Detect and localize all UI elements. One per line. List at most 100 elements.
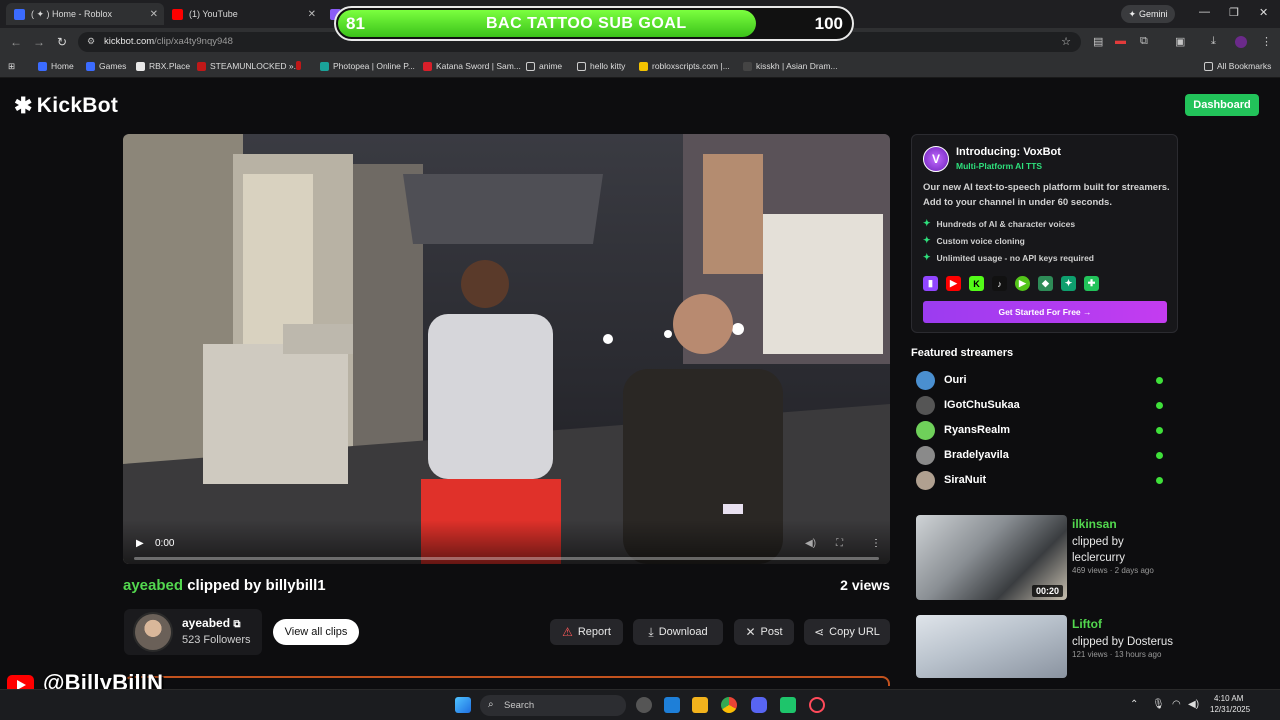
volume-icon[interactable]: ◀) — [805, 538, 816, 549]
downloads-icon[interactable]: ⤓ — [1211, 35, 1216, 48]
taskview-icon[interactable] — [636, 697, 652, 713]
avatar — [916, 396, 935, 415]
channel-name[interactable]: ayeabed ⧉ — [182, 616, 241, 630]
opera-icon[interactable] — [809, 697, 825, 713]
bookmark-photopea[interactable]: Photopea | Online P... — [320, 61, 415, 71]
back-icon[interactable]: ← — [10, 35, 22, 49]
featured-streamer[interactable]: SiraNuit — [916, 470, 1166, 490]
live-dot-icon — [1156, 402, 1163, 409]
bookmark-rbxplace[interactable]: RBX.Place — [136, 61, 190, 71]
windows-taskbar: ⌕ Search ⌃ 🎙 ◠ ◀) 4:10 AM 12/31/2025 — [0, 689, 1280, 720]
clip-thumbnail[interactable] — [916, 615, 1067, 678]
apps-grid-icon[interactable]: ⊞ — [8, 61, 15, 72]
post-button[interactable]: ✕ Post — [734, 619, 794, 645]
bookmark-red[interactable] — [296, 61, 305, 70]
windows-start-icon[interactable] — [455, 697, 471, 713]
extensions-puzzle-icon[interactable]: ⧉ — [1140, 35, 1148, 48]
bookmark-hello-kitty[interactable]: hello kitty — [577, 61, 625, 71]
tab-youtube[interactable]: (1) YouTube ✕ — [164, 3, 322, 25]
clip-channel-link[interactable]: ayeabed — [123, 577, 183, 594]
bookmark-kisskh[interactable]: kisskh | Asian Dram... — [743, 61, 838, 71]
featured-streamer[interactable]: IGotChuSukaa — [916, 395, 1166, 415]
speaker-icon[interactable]: ◀) — [1188, 699, 1199, 710]
gemini-button[interactable]: ✦ Gemini — [1121, 5, 1175, 23]
sidepanel-icon[interactable]: ▣ — [1175, 35, 1185, 48]
promo-feature: ✦ Custom voice cloning — [923, 235, 1025, 246]
minimize-icon[interactable]: — — [1199, 6, 1210, 18]
play-icon[interactable]: ▶ — [136, 538, 144, 549]
clip-channel[interactable]: Liftof — [1072, 617, 1102, 631]
close-window-icon[interactable]: ✕ — [1259, 6, 1268, 19]
embed-preview-strip — [124, 676, 890, 686]
related-clip[interactable]: Liftof clipped by Dosterus 121 views · 1… — [916, 615, 1176, 700]
chrome-icon[interactable] — [721, 697, 737, 713]
profile-avatar-icon[interactable] — [1235, 36, 1247, 48]
pill-icon: ◆ — [1038, 276, 1053, 291]
related-clip[interactable]: 00:20 ilkinsan clipped by leclercurry 46… — [916, 515, 1176, 600]
video-frame — [123, 134, 890, 564]
maximize-icon[interactable]: ❐ — [1229, 6, 1239, 19]
close-tab-icon[interactable]: ✕ — [150, 9, 158, 20]
extension-icon[interactable]: ▤ — [1093, 35, 1103, 48]
bookmarks-bar: ⊞ Home Games RBX.Place STEAMUNLOCKED »..… — [0, 56, 1280, 78]
discord-icon[interactable] — [751, 697, 767, 713]
tray-chevron-icon[interactable]: ⌃ — [1130, 699, 1138, 710]
video-more-icon[interactable]: ⋮ — [871, 538, 881, 549]
bookmark-steamunlocked[interactable]: STEAMUNLOCKED »... — [197, 61, 301, 71]
bookmark-games[interactable]: Games — [86, 61, 126, 71]
clip-video-player[interactable]: ▶ 0:00 ◀) ⛶ ⋮ — [123, 134, 890, 564]
bookmark-star-icon[interactable]: ☆ — [1061, 35, 1071, 48]
video-progress[interactable] — [134, 557, 879, 560]
copy-url-button[interactable]: ⋖ Copy URL — [804, 619, 890, 645]
tab-roblox[interactable]: ( ✦ ) Home - Roblox ✕ — [6, 3, 164, 25]
clip-channel[interactable]: ilkinsan — [1072, 517, 1117, 531]
app-icon[interactable] — [780, 697, 796, 713]
promo-feature: ✦ Hundreds of AI & character voices — [923, 218, 1076, 229]
dashboard-button[interactable]: Dashboard — [1185, 94, 1259, 116]
close-tab-icon[interactable]: ✕ — [308, 9, 316, 20]
roblox-favicon-icon — [14, 8, 25, 20]
file-explorer-icon[interactable] — [692, 697, 708, 713]
clip-thumbnail[interactable]: 00:20 — [916, 515, 1067, 600]
bookmark-anime[interactable]: anime — [526, 61, 562, 71]
all-bookmarks[interactable]: All Bookmarks — [1204, 61, 1271, 71]
taskbar-search[interactable]: ⌕ Search — [480, 695, 626, 716]
promo-title: Introducing: VoxBot — [956, 146, 1061, 158]
twitch-icon: ▮ — [923, 276, 938, 291]
bookmark-robloxscripts[interactable]: robloxscripts.com |... — [639, 61, 730, 71]
voxbot-logo-icon: V — [923, 146, 949, 172]
wifi-icon[interactable]: ◠ — [1172, 699, 1181, 710]
promo-feature: ✦ Unlimited usage - no API keys required — [923, 252, 1094, 263]
widgets-icon[interactable] — [664, 697, 680, 713]
voxbot-promo-card: V Introducing: VoxBot Multi-Platform AI … — [911, 134, 1178, 333]
clock-time[interactable]: 4:10 AM — [1214, 694, 1243, 703]
bookmark-home[interactable]: Home — [38, 61, 74, 71]
kickbot-logo[interactable]: ✱ KickBot — [14, 93, 118, 119]
sparkle-icon: ✦ — [923, 252, 931, 262]
youtube-icon: ▶ — [946, 276, 961, 291]
featured-streamers-heading: Featured streamers — [911, 347, 1014, 359]
site-info-icon[interactable]: ⚙ — [87, 36, 95, 47]
report-button[interactable]: ⚠ Report — [550, 619, 623, 645]
forward-icon[interactable]: → — [33, 35, 45, 49]
view-all-clips-button[interactable]: View all clips — [273, 619, 359, 645]
fullscreen-icon[interactable]: ⛶ — [836, 538, 843, 549]
video-time: 0:00 — [155, 538, 175, 549]
featured-streamer[interactable]: Ouri — [916, 370, 1166, 390]
reload-icon[interactable]: ↻ — [57, 35, 67, 49]
sparkle-icon: ✦ — [923, 235, 931, 245]
avatar — [133, 612, 173, 652]
extension-red-icon[interactable]: ▬ — [1115, 35, 1126, 47]
menu-kebab-icon[interactable]: ⋮ — [1261, 35, 1272, 48]
platform-icons: ▮ ▶ K ♪ ▶ ◆ ✦ ✚ — [923, 276, 1099, 292]
download-icon: ⤓ — [648, 624, 654, 639]
microphone-icon[interactable]: 🎙 — [1152, 699, 1165, 710]
clock-date[interactable]: 12/31/2025 — [1210, 705, 1250, 714]
get-started-button[interactable]: Get Started For Free → — [923, 301, 1167, 323]
featured-streamer[interactable]: Bradelyavila — [916, 445, 1166, 465]
channel-card[interactable]: ayeabed ⧉ 523 Followers — [124, 609, 262, 655]
download-button[interactable]: ⤓ Download — [633, 619, 723, 645]
bookmark-katana[interactable]: Katana Sword | Sam... — [423, 61, 521, 71]
x-logo-icon: ✕ — [745, 625, 756, 639]
featured-streamer[interactable]: RyansRealm — [916, 420, 1166, 440]
